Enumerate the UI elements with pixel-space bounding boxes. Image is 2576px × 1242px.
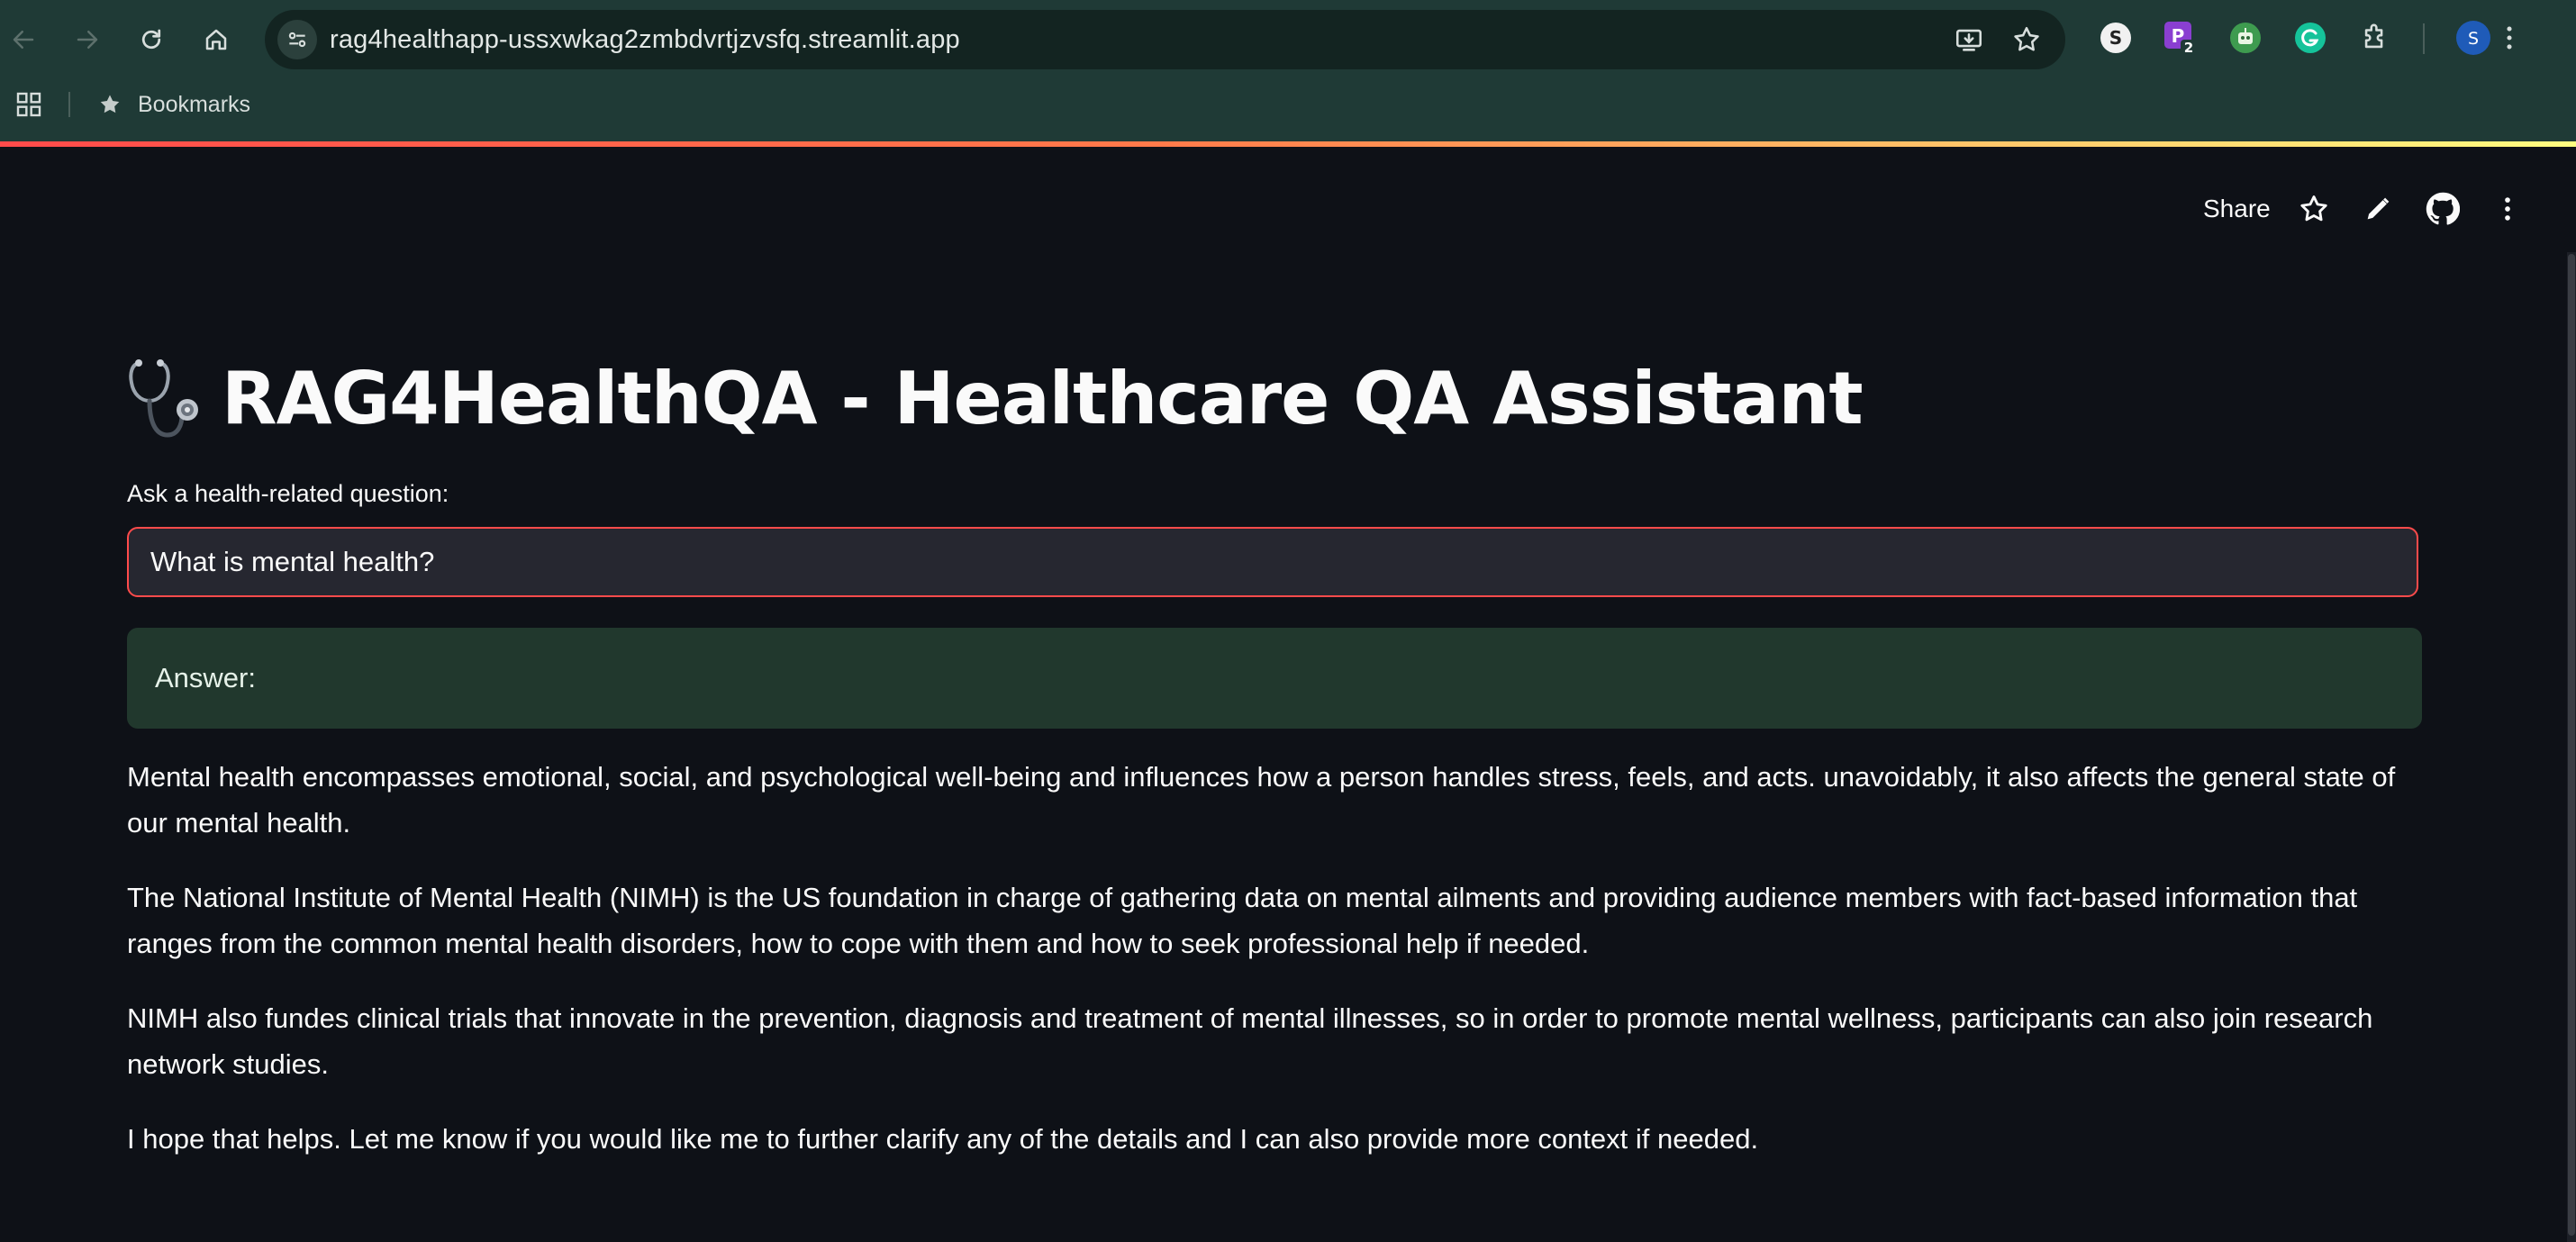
page-title: RAG4HealthQA - Healthcare QA Assistant	[222, 357, 1864, 440]
forward-arrow-icon[interactable]	[68, 20, 107, 59]
robot-extension-icon[interactable]	[2227, 20, 2263, 56]
extension-badge: 2	[2184, 40, 2193, 56]
apps-grid-icon[interactable]	[14, 90, 43, 119]
bookmarks-bar: Bookmarks	[0, 77, 2576, 142]
share-button[interactable]: Share	[2203, 187, 2271, 231]
edit-pencil-icon[interactable]	[2356, 187, 2399, 231]
github-icon[interactable]	[2421, 187, 2464, 231]
browser-toolbar: rag4healthapp-ussxwkag2zmbdvrtjzvsfq.str…	[0, 0, 2576, 77]
extension-s-icon[interactable]: S	[2098, 20, 2134, 56]
stethoscope-icon	[129, 358, 198, 438]
reload-icon[interactable]	[132, 20, 171, 59]
answer-paragraph: Mental health encompasses emotional, soc…	[127, 761, 2396, 839]
bookmark-star-icon[interactable]	[2007, 20, 2046, 59]
scrollbar-thumb[interactable]	[2568, 254, 2575, 1236]
answer-success-box: Answer:	[127, 628, 2422, 729]
question-input[interactable]	[127, 527, 2418, 597]
svg-text:S: S	[2109, 27, 2122, 49]
answer-text: Mental health encompasses emotional, soc…	[127, 754, 2433, 1191]
address-bar[interactable]: rag4healthapp-ussxwkag2zmbdvrtjzvsfq.str…	[265, 10, 2065, 69]
bookmarks-folder[interactable]: Bookmarks	[138, 77, 250, 131]
answer-paragraph: NIMH also fundes clinical trials that in…	[127, 1002, 2373, 1080]
profile-avatar[interactable]: S	[2455, 20, 2491, 56]
install-app-icon[interactable]	[1949, 20, 1989, 59]
answer-paragraph: I hope that helps. Let me know if you wo…	[127, 1123, 1759, 1155]
app-menu-icon[interactable]	[2486, 187, 2529, 231]
extension-p-icon[interactable]: P2	[2163, 20, 2199, 56]
bookmarks-star-icon	[97, 92, 124, 119]
app-decoration-stripe	[0, 141, 2576, 147]
browser-menu-icon[interactable]	[2491, 20, 2527, 56]
bookmarks-divider	[68, 92, 70, 117]
page-title-row: RAG4HealthQA - Healthcare QA Assistant	[126, 351, 1864, 446]
toolbar-divider	[2423, 23, 2425, 54]
extensions-puzzle-icon[interactable]	[2357, 20, 2393, 56]
question-label: Ask a health-related question:	[127, 480, 449, 507]
url-text[interactable]: rag4healthapp-ussxwkag2zmbdvrtjzvsfq.str…	[330, 10, 960, 69]
site-info-icon[interactable]	[277, 20, 317, 59]
star-icon[interactable]	[2292, 187, 2336, 231]
grammarly-icon[interactable]	[2292, 20, 2328, 56]
back-arrow-icon[interactable]	[4, 20, 43, 59]
answer-paragraph: The National Institute of Mental Health …	[127, 882, 2358, 959]
home-icon[interactable]	[196, 20, 236, 59]
svg-text:S: S	[2468, 29, 2479, 49]
